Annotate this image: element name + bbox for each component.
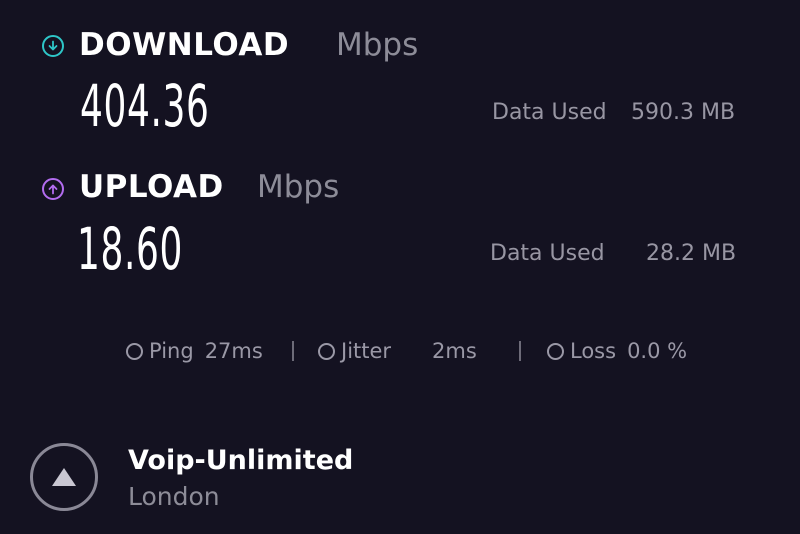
server-location: London	[128, 482, 220, 511]
ping-value: 27ms	[204, 339, 263, 363]
download-arrow-icon	[42, 35, 64, 57]
jitter-label: Jitter	[341, 339, 392, 363]
download-speed-value: 404.36	[80, 72, 210, 140]
download-title: DOWNLOAD	[79, 27, 290, 63]
ping-stat: Ping 27ms	[126, 341, 263, 362]
loss-stat: Loss 0.0 %	[547, 341, 687, 362]
upload-speed-value: 18.60	[77, 215, 184, 283]
ping-icon	[126, 343, 143, 360]
server-name[interactable]: Voip-Unlimited	[128, 447, 353, 474]
speedtest-results-screen: DOWNLOAD Mbps 404.36 Data Used 590.3 MB …	[0, 0, 800, 534]
stats-divider-1	[292, 341, 294, 361]
jitter-icon	[318, 343, 335, 360]
download-unit: Mbps	[336, 27, 419, 63]
loss-label: Loss	[570, 339, 617, 363]
download-data-used-value: 590.3 MB	[631, 100, 736, 125]
upload-data-used-value: 28.2 MB	[646, 241, 737, 266]
server-triangle-icon	[52, 468, 76, 486]
loss-icon	[547, 343, 564, 360]
server-button[interactable]	[30, 443, 98, 511]
upload-arrow-icon	[42, 178, 64, 200]
loss-value: 0.0 %	[627, 339, 688, 363]
upload-title: UPLOAD	[79, 169, 224, 205]
jitter-stat: Jitter	[318, 341, 391, 362]
upload-data-used-label: Data Used	[490, 241, 605, 266]
upload-unit: Mbps	[257, 169, 340, 205]
download-data-used-label: Data Used	[492, 100, 607, 125]
jitter-value: 2ms	[432, 339, 477, 363]
ping-label: Ping	[149, 339, 194, 363]
stats-divider-2	[519, 341, 521, 361]
